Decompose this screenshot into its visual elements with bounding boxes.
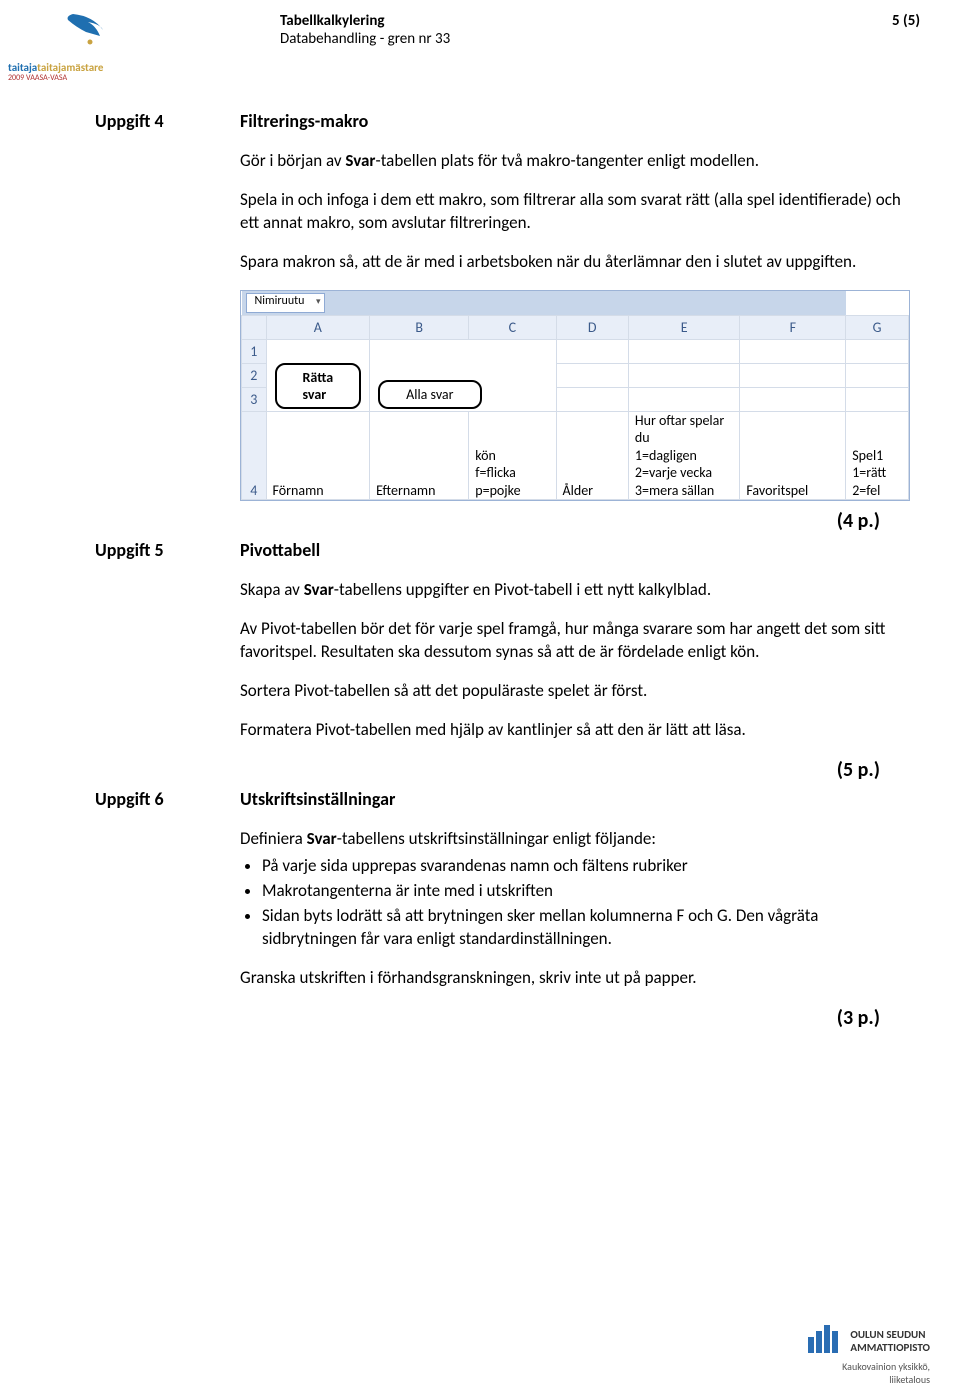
task4-p1: Gör i början av Svar-tabellen plats för … (240, 150, 910, 173)
doc-title: Tabellkalkylering (280, 12, 450, 30)
macro-btn-cell-2: Alla svar (370, 339, 556, 411)
bullet-2: Makrotangenterna är inte med i utskrifte… (262, 880, 910, 903)
cell-efternamn: Efternamn (370, 411, 469, 500)
col-a-header: A (266, 315, 370, 339)
col-f-header: F (740, 315, 846, 339)
task4-title: Filtrerings-makro (240, 110, 368, 132)
spreadsheet-screenshot: Nimiruutu A B C D E F G 1 Rätta svar All… (240, 290, 910, 502)
page-number: 5 (5) (892, 12, 920, 30)
cell-spel1: Spel1 1=rätt 2=fel (846, 411, 909, 500)
cell-fornamn: Förnamn (266, 411, 370, 500)
header-title-block: Tabellkalkylering Databehandling - gren … (280, 12, 450, 48)
macro-btn-cell-1: Rätta svar (266, 339, 370, 411)
task5-p2: Av Pivot-tabellen bör det för varje spel… (240, 618, 910, 664)
macro-btn-ratta: Rätta svar (275, 363, 362, 409)
task4-label: Uppgift 4 (95, 110, 240, 132)
footer-sub: Kaukovainion yksikkö, liiketalous (806, 1360, 930, 1386)
footer-logo-icon (806, 1325, 842, 1358)
row3-header: 3 (242, 387, 267, 411)
bullet-3: Sidan byts lodrätt så att brytningen ske… (262, 905, 910, 951)
bullet-1: På varje sida upprepas svarandenas namn … (262, 855, 910, 878)
row4-header: 4 (242, 411, 267, 500)
task5-label: Uppgift 5 (95, 539, 240, 561)
col-b-header: B (370, 315, 469, 339)
logo-year: 2009 VAASA-VASA (8, 73, 113, 83)
task5-points: (5 p.) (95, 758, 880, 782)
col-c-header: C (469, 315, 556, 339)
task6-p1: Definiera Svar-tabellens utskriftsinstäl… (240, 828, 910, 851)
doc-subtitle: Databehandling - gren nr 33 (280, 30, 450, 48)
col-g-header: G (846, 315, 909, 339)
row1-header: 1 (242, 339, 267, 363)
page-footer: OULUN SEUDUN AMMATTIOPISTO Kaukovainion … (806, 1325, 930, 1386)
task6-title: Utskriftsinställningar (240, 788, 395, 810)
task4-p3: Spara makron så, att de är med i arbetsb… (240, 251, 910, 274)
macro-btn-alla: Alla svar (378, 380, 481, 409)
task5-p4: Formatera Pivot-tabellen med hjälp av ka… (240, 719, 910, 742)
task6-body: Definiera Svar-tabellens utskriftsinstäl… (240, 828, 910, 990)
task4-points: (4 p.) (95, 509, 880, 533)
col-e-header: E (628, 315, 739, 339)
task5-p3: Sortera Pivot-tabellen så att det populä… (240, 680, 910, 703)
col-d-header: D (556, 315, 628, 339)
task6-bullets: På varje sida upprepas svarandenas namn … (262, 855, 910, 951)
task6-p2: Granska utskriften i förhandsgranskninge… (240, 967, 910, 990)
cell-alder: Ålder (556, 411, 628, 500)
task6-points: (3 p.) (95, 1006, 880, 1030)
corner-cell (242, 315, 267, 339)
name-box: Nimiruutu (246, 293, 326, 313)
task6-header: Uppgift 6 Utskriftsinställningar (95, 788, 910, 810)
page-header: taitajataitajamästare 2009 VAASA-VASA Ta… (0, 10, 960, 70)
footer-org: OULUN SEUDUN AMMATTIOPISTO (850, 1329, 930, 1353)
task4-body: Gör i början av Svar-tabellen plats för … (240, 150, 910, 274)
task6-label: Uppgift 6 (95, 788, 240, 810)
task5-header: Uppgift 5 Pivottabell (95, 539, 910, 561)
task5-p1: Skapa av Svar-tabellens uppgifter en Piv… (240, 579, 910, 602)
task5-title: Pivottabell (240, 539, 320, 561)
cell-spelar: Hur oftar spelar du 1=dagligen 2=varje v… (628, 411, 739, 500)
task4-p2: Spela in och infoga i dem ett makro, som… (240, 189, 910, 235)
task4-header: Uppgift 4 Filtrerings-makro (95, 110, 910, 132)
content: Uppgift 4 Filtrerings-makro Gör i början… (95, 110, 910, 1036)
task5-body: Skapa av Svar-tabellens uppgifter en Piv… (240, 579, 910, 742)
event-logo: taitajataitajamästare 2009 VAASA-VASA (8, 12, 113, 67)
cell-favoritspel: Favoritspel (740, 411, 846, 500)
cell-kon: kön f=flicka p=pojke (469, 411, 556, 500)
row2-header: 2 (242, 363, 267, 387)
